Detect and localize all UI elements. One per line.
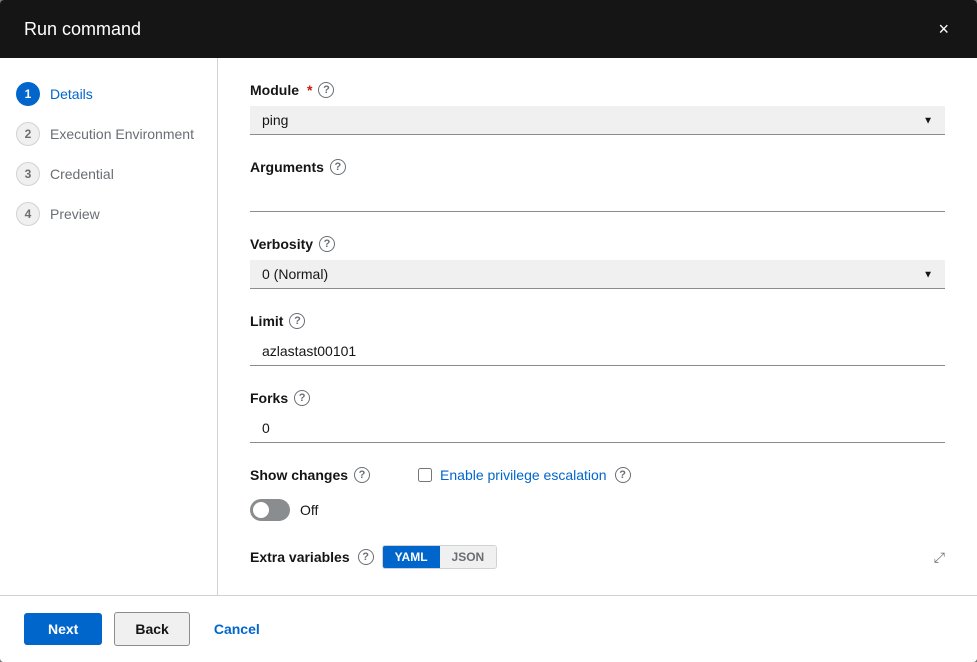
arguments-help-icon[interactable]: ? (330, 159, 346, 175)
module-help-icon[interactable]: ? (318, 82, 334, 98)
verbosity-select-wrapper: 0 (Normal) 1 (Verbose) 2 (More Verbose) … (250, 260, 945, 289)
show-changes-toggle-wrapper: Off (250, 499, 370, 521)
privilege-escalation-label[interactable]: Enable privilege escalation (440, 467, 607, 483)
sidebar-step-1[interactable]: 1 Details (0, 74, 217, 114)
arguments-label: Arguments ? (250, 159, 945, 175)
next-button[interactable]: Next (24, 613, 102, 645)
modal-header: Run command × (0, 0, 977, 58)
limit-input[interactable] (250, 337, 945, 366)
module-select-wrapper: ping command shell copy fetch (250, 106, 945, 135)
privilege-escalation-help-icon[interactable]: ? (615, 467, 631, 483)
module-field-group: Module * ? ping command shell copy fetch (250, 82, 945, 135)
sidebar-label-details: Details (50, 86, 93, 102)
limit-help-icon[interactable]: ? (289, 313, 305, 329)
sidebar: 1 Details 2 Execution Environment 3 Cred… (0, 58, 218, 595)
extra-variables-group: Extra variables ? YAML JSON ⤢ (250, 545, 945, 569)
show-changes-label: Show changes ? (250, 467, 370, 483)
limit-label: Limit ? (250, 313, 945, 329)
verbosity-help-icon[interactable]: ? (319, 236, 335, 252)
sidebar-label-preview: Preview (50, 206, 100, 222)
back-button[interactable]: Back (114, 612, 189, 646)
run-command-modal: Run command × 1 Details 2 Execution Envi… (0, 0, 977, 662)
forks-input[interactable] (250, 414, 945, 443)
extra-variables-help-icon[interactable]: ? (358, 549, 374, 565)
privilege-escalation-group: Enable privilege escalation ? (418, 467, 631, 483)
sidebar-label-credential: Credential (50, 166, 114, 182)
forks-label: Forks ? (250, 390, 945, 406)
limit-field-group: Limit ? (250, 313, 945, 366)
arguments-field-group: Arguments ? (250, 159, 945, 212)
sidebar-label-execution-environment: Execution Environment (50, 126, 194, 142)
sidebar-step-3[interactable]: 3 Credential (0, 154, 217, 194)
expand-icon[interactable]: ⤢ (934, 549, 945, 566)
main-content: Module * ? ping command shell copy fetch (218, 58, 977, 595)
arguments-input[interactable] (250, 183, 945, 212)
extra-variables-header: Extra variables ? YAML JSON ⤢ (250, 545, 945, 569)
sidebar-step-4[interactable]: 4 Preview (0, 194, 217, 234)
module-select[interactable]: ping command shell copy fetch (250, 106, 945, 135)
step-number-4: 4 (16, 202, 40, 226)
forks-field-group: Forks ? (250, 390, 945, 443)
verbosity-label: Verbosity ? (250, 236, 945, 252)
extra-variables-tab-group: YAML JSON (382, 545, 498, 569)
yaml-tab-button[interactable]: YAML (383, 546, 440, 568)
show-changes-group: Show changes ? Off (250, 467, 370, 521)
sidebar-step-2[interactable]: 2 Execution Environment (0, 114, 217, 154)
close-button[interactable]: × (934, 16, 953, 42)
module-label: Module * ? (250, 82, 945, 98)
verbosity-select[interactable]: 0 (Normal) 1 (Verbose) 2 (More Verbose) … (250, 260, 945, 289)
forks-help-icon[interactable]: ? (294, 390, 310, 406)
modal-body: 1 Details 2 Execution Environment 3 Cred… (0, 58, 977, 595)
step-number-1: 1 (16, 82, 40, 106)
show-changes-toggle[interactable] (250, 499, 290, 521)
privilege-escalation-checkbox[interactable] (418, 468, 432, 482)
json-tab-button[interactable]: JSON (440, 546, 497, 568)
step-number-2: 2 (16, 122, 40, 146)
module-required-indicator: * (307, 82, 312, 98)
toggle-label: Off (300, 502, 318, 518)
modal-title: Run command (24, 19, 141, 40)
show-changes-row: Show changes ? Off Enable privilege esca… (250, 467, 945, 521)
step-number-3: 3 (16, 162, 40, 186)
verbosity-field-group: Verbosity ? 0 (Normal) 1 (Verbose) 2 (Mo… (250, 236, 945, 289)
modal-footer: Next Back Cancel (0, 595, 977, 662)
cancel-button[interactable]: Cancel (202, 613, 272, 645)
show-changes-help-icon[interactable]: ? (354, 467, 370, 483)
